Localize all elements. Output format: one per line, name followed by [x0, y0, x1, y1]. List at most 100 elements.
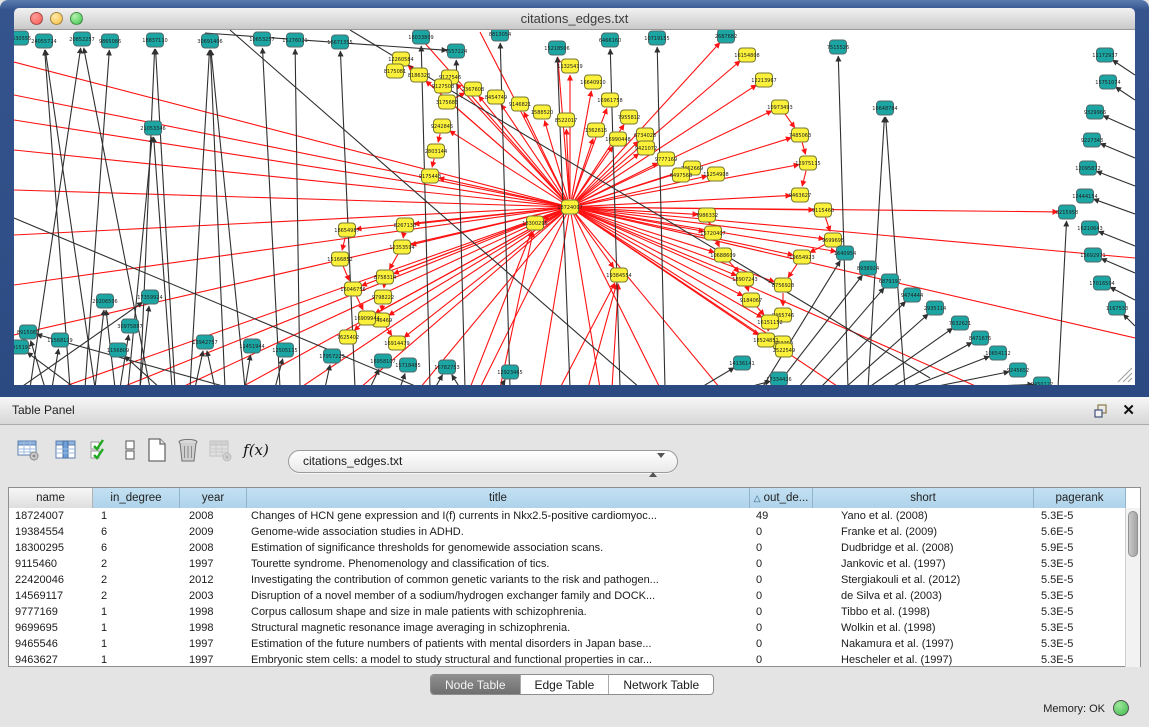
graph-node[interactable]: 19384554 [606, 268, 631, 282]
graph-edge[interactable] [1112, 60, 1135, 75]
table-cell[interactable]: 5.5E-5 [1034, 572, 1126, 588]
graph-node[interactable]: 12505115 [272, 343, 297, 357]
table-row[interactable]: 946554611997Estimation of the future num… [9, 636, 1140, 652]
table-cell[interactable]: 49 [750, 508, 813, 524]
table-cell[interactable]: 2012 [180, 572, 247, 588]
graph-node[interactable]: 21053346 [140, 121, 165, 135]
column-header-in_degree[interactable]: in_degree [93, 488, 180, 508]
table-cell[interactable]: 9115460 [9, 556, 93, 572]
column-header-out_de[interactable]: △out_de... [750, 488, 813, 508]
show-column-icon[interactable] [52, 436, 80, 464]
graph-edge[interactable] [400, 374, 405, 385]
table-cell[interactable]: 0 [750, 588, 813, 604]
table-cell[interactable]: Nakamura et al. (1997) [813, 636, 1034, 652]
table-cell[interactable]: 5.9E-5 [1034, 540, 1126, 556]
graph-node[interactable]: 8756928 [772, 278, 794, 292]
graph-edge[interactable] [31, 341, 45, 385]
table-cell[interactable]: Yano et al. (2008) [813, 508, 1034, 524]
graph-node[interactable]: 9184067 [740, 293, 762, 307]
graph-edge[interactable] [438, 134, 440, 142]
graph-edge[interactable] [85, 50, 109, 385]
table-cell[interactable]: Changes of HCN gene expression and I(f) … [247, 508, 750, 524]
table-cell[interactable]: 9699695 [9, 620, 93, 636]
graph-node[interactable]: 9329966 [1084, 105, 1106, 119]
graph-node[interactable]: 10654112 [985, 346, 1010, 360]
graph-edge[interactable] [262, 48, 280, 385]
network-canvas[interactable]: 1872400712260584817508181863289127546912… [14, 30, 1135, 385]
table-cell[interactable]: 2 [93, 572, 180, 588]
graph-node[interactable]: 1630555 [14, 31, 31, 45]
graph-node[interactable]: 12353594 [389, 240, 414, 254]
graph-node[interactable]: 1640954 [834, 246, 856, 260]
graph-node[interactable]: 12923465 [497, 365, 522, 379]
memory-indicator-icon[interactable] [1113, 700, 1129, 716]
graph-edge[interactable] [140, 49, 155, 385]
table-cell[interactable]: de Silva et al. (2003) [813, 588, 1034, 604]
table-cell[interactable]: 5.3E-5 [1034, 556, 1126, 572]
graph-node[interactable]: 2803144 [425, 144, 447, 158]
table-cell[interactable]: 1997 [180, 556, 247, 572]
table-row[interactable]: 2242004622012Investigating the contribut… [9, 572, 1140, 588]
graph-edge[interactable] [14, 208, 562, 285]
graph-edge[interactable] [886, 117, 905, 385]
table-cell[interactable]: 19384554 [9, 524, 93, 540]
graph-node[interactable]: 11172937 [1092, 48, 1117, 62]
table-cell[interactable]: Jankovic et al. (1997) [813, 556, 1034, 572]
tab-edge-table[interactable]: Edge Table [521, 675, 610, 694]
graph-edge[interactable] [60, 210, 562, 385]
float-panel-icon[interactable] [1093, 403, 1109, 419]
graph-node[interactable]: 9474444 [901, 288, 923, 302]
graph-edge[interactable] [432, 159, 434, 167]
table-cell[interactable]: 5.3E-5 [1034, 652, 1126, 668]
table-row[interactable]: 977716911998Corpus callosum shape and si… [9, 604, 1140, 620]
table-cell[interactable]: 1 [93, 636, 180, 652]
graph-edge[interactable] [207, 351, 215, 385]
graph-node[interactable]: 9463627 [789, 188, 811, 202]
delete-column-icon[interactable] [174, 436, 202, 464]
graph-edge[interactable] [342, 238, 345, 250]
graph-edge[interactable] [571, 91, 591, 199]
table-cell[interactable]: 0 [750, 604, 813, 620]
table-cell[interactable]: 5.3E-5 [1034, 508, 1126, 524]
table-row[interactable]: 969969511998Structural magnetic resonanc… [9, 620, 1140, 636]
graph-edge[interactable] [128, 137, 152, 385]
graph-edge[interactable] [1096, 171, 1135, 186]
graph-edge[interactable] [14, 150, 562, 206]
new-table-icon[interactable] [143, 436, 171, 464]
table-cell[interactable]: 1997 [180, 636, 247, 652]
graph-node[interactable]: 8267130 [394, 218, 416, 232]
table-row[interactable]: 946362711997Embryonic stem cells: a mode… [9, 652, 1140, 668]
table-row[interactable]: 1872400712008Changes of HCN gene express… [9, 508, 1140, 524]
graph-node[interactable]: 9227343 [1081, 133, 1103, 147]
table-mode-icon[interactable] [14, 436, 42, 464]
tab-node-table[interactable]: Node Table [431, 675, 521, 694]
graph-node[interactable]: 20852257 [69, 32, 94, 46]
table-cell[interactable]: 5.3E-5 [1034, 636, 1126, 652]
graph-edge[interactable] [810, 244, 826, 253]
graph-edge[interactable] [420, 213, 565, 385]
table-cell[interactable]: 0 [750, 620, 813, 636]
graph-node[interactable]: 13942757 [192, 335, 217, 349]
graph-node[interactable]: 1362615 [585, 123, 607, 137]
graph-edge[interactable] [210, 50, 225, 385]
table-row[interactable]: 1456911722003Disruption of a novel membe… [9, 588, 1140, 604]
table-cell[interactable]: 2009 [180, 524, 247, 540]
table-cell[interactable]: 1998 [180, 620, 247, 636]
graph-node[interactable]: 16671355 [327, 35, 352, 49]
column-header-year[interactable]: year [180, 488, 247, 508]
graph-node[interactable]: 2935114 [924, 301, 946, 315]
graph-node[interactable]: 7986332 [696, 208, 718, 222]
table-row[interactable]: 1830029562008Estimation of significance … [9, 540, 1140, 556]
graph-edge[interactable] [343, 266, 349, 280]
table-cell[interactable]: 2008 [180, 508, 247, 524]
graph-node[interactable]: 24055724 [31, 34, 56, 48]
graph-node[interactable]: 16046756 [340, 282, 365, 296]
table-cell[interactable]: 0 [750, 636, 813, 652]
graph-node[interactable]: 12975115 [795, 156, 820, 170]
rows-icon[interactable] [116, 436, 144, 464]
table-cell[interactable]: 6 [93, 524, 180, 540]
graph-node[interactable]: 20206506 [92, 294, 117, 308]
table-cell[interactable]: 1 [93, 620, 180, 636]
graph-node[interactable]: 9699695 [822, 233, 844, 247]
graph-node[interactable]: 16961758 [597, 93, 622, 107]
